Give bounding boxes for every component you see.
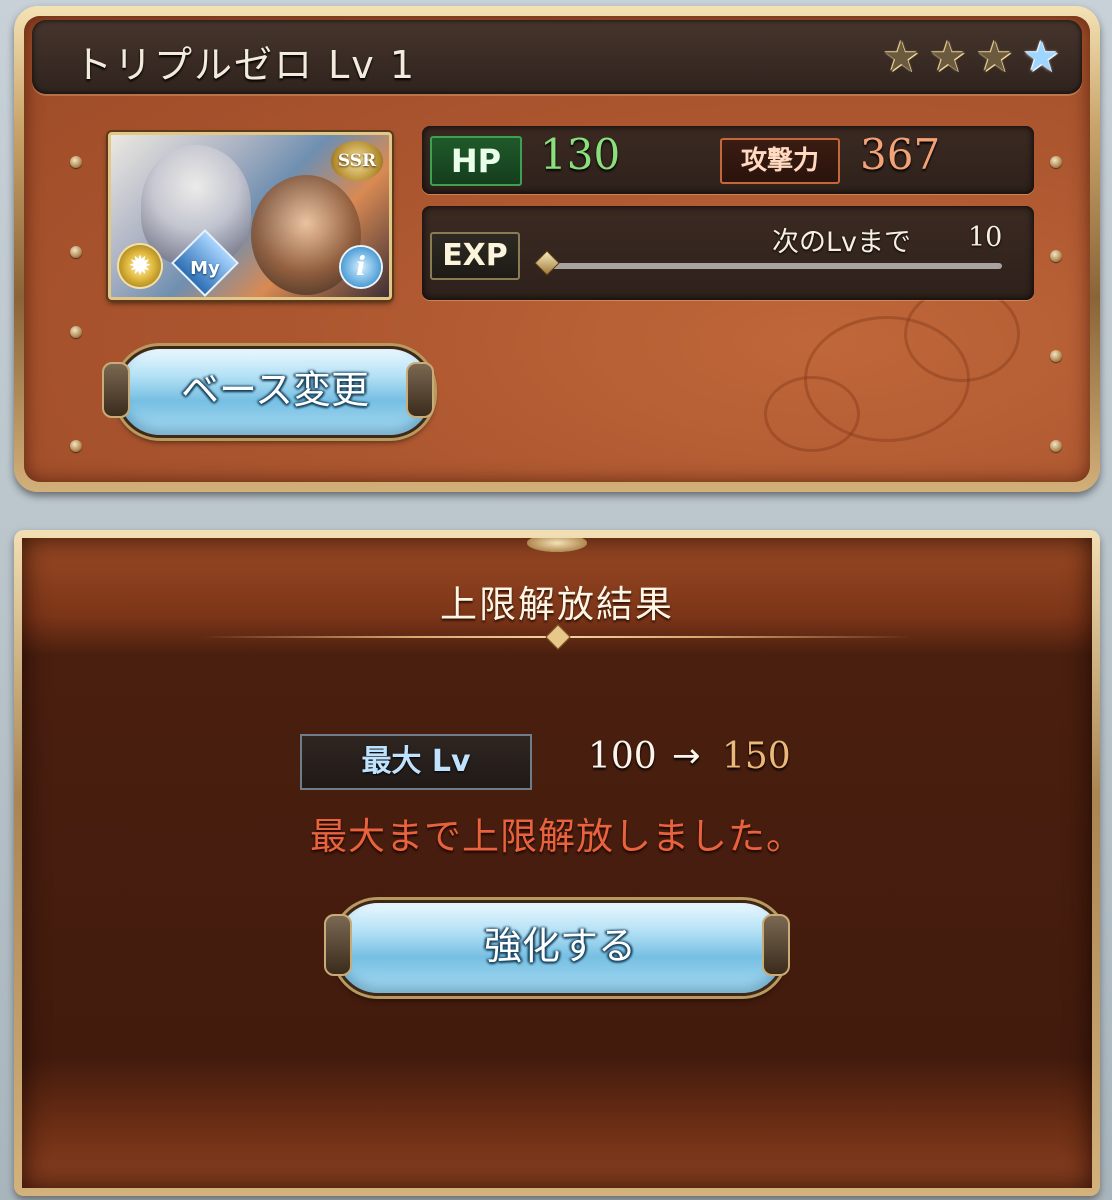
weapon-thumbnail[interactable]: SSR ✹ My i (108, 132, 392, 300)
next-level-label: 次のLvまで (772, 227, 912, 258)
result-title: 上限解放結果 (440, 583, 674, 626)
uncap-stars: ★ ★ ★ ★ (882, 36, 1060, 78)
enhance-button-label: 強化する (483, 924, 636, 968)
rivet-decoration (1050, 350, 1062, 362)
max-level-label: 最大 Lv (300, 734, 532, 790)
max-level-after: 150 (722, 736, 791, 777)
button-cap-left (324, 914, 352, 976)
star-icon: ★ (975, 32, 1014, 81)
ornament-swirl (904, 286, 1020, 382)
base-change-button[interactable]: ベース変更 (116, 346, 434, 438)
result-panel-body: 上限解放結果 最大 Lv 100 → 150 最大まで上限解放しました。 (22, 538, 1092, 1188)
rivet-decoration (1050, 156, 1062, 168)
button-cap-left (102, 362, 130, 418)
star-icon: ★ (882, 32, 921, 81)
ornament-top (527, 538, 587, 552)
rivet-decoration (70, 246, 82, 258)
uncap-complete-message: 最大まで上限解放しました。 (310, 815, 804, 858)
ornament-swirl (764, 376, 860, 452)
attack-label: 攻撃力 (720, 138, 840, 184)
weapon-panel-body: トリプルゼロ Lv 1 ★ ★ ★ ★ SSR ✹ My i HP 130 攻撃… (24, 16, 1090, 482)
attack-value: 367 (860, 130, 941, 179)
transcend-star-icon: ★ (1022, 32, 1060, 81)
button-cap-right (762, 914, 790, 976)
next-level-value: 10 (968, 222, 1003, 253)
weapon-title: トリプルゼロ Lv 1 (74, 43, 416, 87)
rivet-decoration (70, 440, 82, 452)
weapon-panel: トリプルゼロ Lv 1 ★ ★ ★ ★ SSR ✹ My i HP 130 攻撃… (14, 6, 1100, 492)
hp-atk-box: HP 130 攻撃力 367 (422, 126, 1034, 194)
exp-box: EXP 次のLvまで 10 (422, 206, 1034, 300)
rivet-decoration (1050, 440, 1062, 452)
rarity-badge: SSR (331, 141, 383, 181)
rivet-decoration (70, 156, 82, 168)
exp-bar (534, 250, 1002, 276)
star-icon: ★ (929, 32, 967, 81)
exp-label: EXP (430, 232, 520, 280)
light-element-icon: ✹ (119, 245, 161, 287)
hp-label: HP (430, 136, 522, 186)
base-change-button-label: ベース変更 (180, 368, 370, 412)
info-icon[interactable]: i (341, 247, 381, 287)
exp-bar-marker-icon (534, 250, 560, 276)
arrow-right-icon: → (672, 736, 701, 776)
enhance-button[interactable]: 強化する (334, 900, 786, 996)
hp-value: 130 (540, 130, 621, 179)
divider-gem-icon (545, 624, 571, 650)
rivet-decoration (70, 326, 82, 338)
my-badge-label: My (190, 258, 220, 279)
result-panel: 上限解放結果 最大 Lv 100 → 150 最大まで上限解放しました。 (14, 530, 1100, 1196)
weapon-title-bar: トリプルゼロ Lv 1 ★ ★ ★ ★ (32, 20, 1082, 94)
max-level-before: 100 (588, 736, 657, 777)
button-cap-right (406, 362, 434, 418)
rivet-decoration (1050, 250, 1062, 262)
